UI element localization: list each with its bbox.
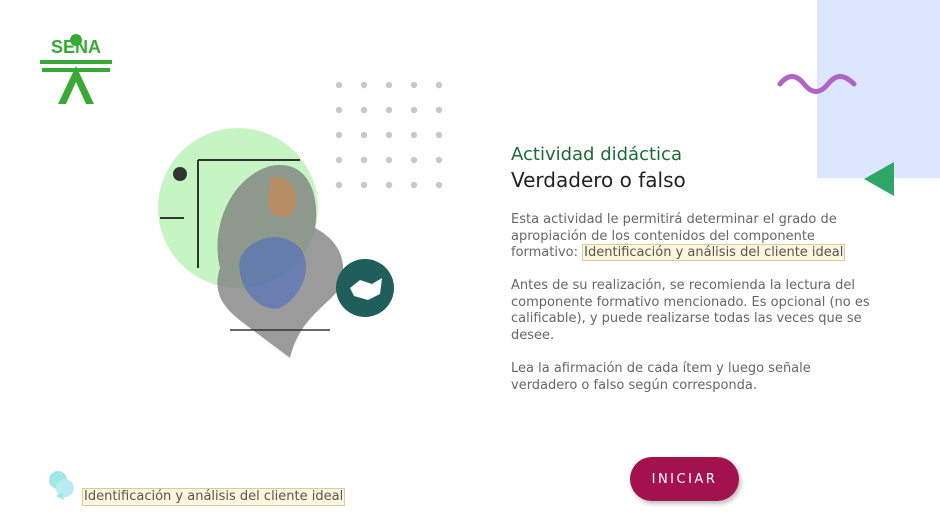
person-illustration: [158, 128, 394, 358]
chat-bubble-icon: [49, 471, 74, 500]
instructions-paragraph: Lea la afirmación de cada ítem y luego s…: [511, 361, 811, 393]
decor-dot: [385, 106, 393, 114]
component-link[interactable]: Identificación y análisis del cliente id…: [582, 244, 846, 261]
decor-dot: [410, 131, 418, 139]
decor-dot: [335, 81, 343, 89]
recommendation-paragraph: Antes de su realización, se recomienda l…: [511, 278, 870, 343]
decor-dot: [410, 156, 418, 164]
sena-logo: SENA: [38, 32, 114, 106]
decor-dot: [435, 156, 443, 164]
decor-dot: [335, 106, 343, 114]
decor-dot: [410, 181, 418, 189]
decor-dot: [435, 106, 443, 114]
wave-decoration-icon: [777, 74, 857, 94]
back-triangle-icon[interactable]: [862, 160, 896, 198]
logo-text: SENA: [50, 37, 101, 57]
start-button[interactable]: INICIAR: [630, 457, 739, 501]
intro-paragraph: Esta actividad le permitirá determinar e…: [511, 212, 873, 262]
decor-dot: [435, 81, 443, 89]
activity-title: Verdadero o falso: [511, 168, 686, 192]
decor-dot: [360, 106, 368, 114]
decor-dot: [385, 81, 393, 89]
decor-dot: [360, 81, 368, 89]
footer-component-label[interactable]: Identificación y análisis del cliente id…: [82, 488, 346, 506]
decor-dot: [410, 106, 418, 114]
decor-dot: [410, 81, 418, 89]
activity-kicker: Actividad didáctica: [511, 144, 682, 165]
decor-dot: [435, 131, 443, 139]
decor-dot: [435, 181, 443, 189]
